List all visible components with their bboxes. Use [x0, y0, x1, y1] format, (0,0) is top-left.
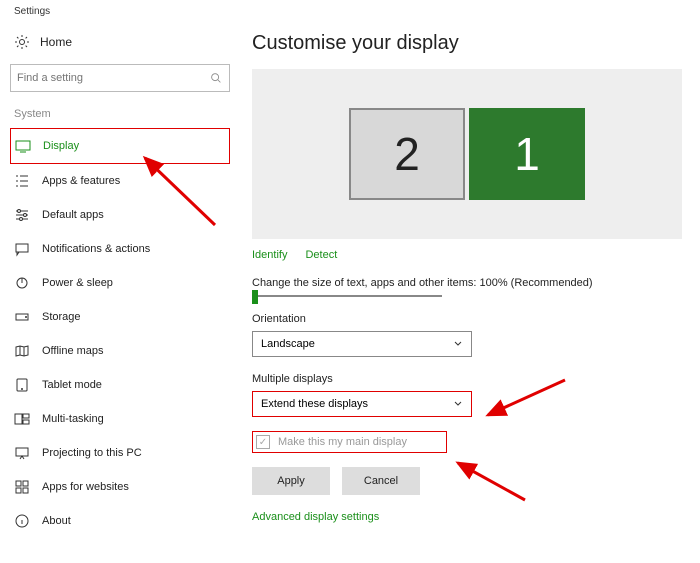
main-display-checkbox-row[interactable]: ✓ Make this my main display [252, 431, 447, 453]
display-actions: Identify Detect [252, 249, 682, 261]
gear-icon [14, 34, 30, 50]
sidebar-item-storage[interactable]: Storage [10, 300, 230, 334]
nav-label: Multi-tasking [42, 413, 104, 425]
nav-label: About [42, 515, 71, 527]
sidebar-item-apps-features[interactable]: Apps & features [10, 164, 230, 198]
apps-web-icon [14, 479, 30, 495]
section-label: System [10, 108, 230, 120]
main-content: Customise your display 2 1 Identify Dete… [252, 32, 682, 523]
slider-thumb[interactable] [252, 290, 258, 304]
sidebar-item-display[interactable]: Display [10, 128, 230, 164]
sidebar-item-power-sleep[interactable]: Power & sleep [10, 266, 230, 300]
home-label: Home [40, 35, 72, 49]
info-icon [14, 513, 30, 529]
orientation-dropdown[interactable]: Landscape [252, 331, 472, 357]
slider-track [252, 295, 442, 297]
monitor-2[interactable]: 2 [349, 108, 465, 200]
nav-list: Display Apps & features Default apps Not… [10, 128, 230, 538]
sidebar-item-notifications[interactable]: Notifications & actions [10, 232, 230, 266]
nav-label: Power & sleep [42, 277, 113, 289]
orientation-label: Orientation [252, 313, 682, 325]
cancel-button[interactable]: Cancel [342, 467, 420, 495]
nav-label: Apps for websites [42, 481, 129, 493]
sidebar: Home System Display Apps & features Defa… [10, 26, 230, 538]
sidebar-item-about[interactable]: About [10, 504, 230, 538]
list-icon [14, 173, 30, 189]
nav-label: Default apps [42, 209, 104, 221]
nav-label: Offline maps [42, 345, 104, 357]
chevron-down-icon [453, 339, 463, 349]
window-title: Settings [14, 6, 50, 17]
sidebar-item-offline-maps[interactable]: Offline maps [10, 334, 230, 368]
checkbox-icon[interactable]: ✓ [256, 435, 270, 449]
chevron-down-icon [453, 399, 463, 409]
sidebar-item-multitasking[interactable]: Multi-tasking [10, 402, 230, 436]
search-input[interactable] [17, 72, 209, 84]
display-arrangement[interactable]: 2 1 [252, 69, 682, 239]
identify-link[interactable]: Identify [252, 249, 287, 261]
message-icon [14, 241, 30, 257]
scale-slider[interactable] [252, 295, 682, 297]
page-title: Customise your display [252, 32, 682, 55]
project-icon [14, 445, 30, 461]
sidebar-item-apps-websites[interactable]: Apps for websites [10, 470, 230, 504]
monitor-1[interactable]: 1 [469, 108, 585, 200]
monitor-icon [15, 138, 31, 154]
scale-label: Change the size of text, apps and other … [252, 277, 682, 289]
nav-label: Projecting to this PC [42, 447, 142, 459]
multiple-displays-dropdown[interactable]: Extend these displays [252, 391, 472, 417]
nav-label: Tablet mode [42, 379, 102, 391]
sidebar-item-projecting[interactable]: Projecting to this PC [10, 436, 230, 470]
nav-label: Display [43, 140, 79, 152]
orientation-value: Landscape [261, 338, 315, 350]
nav-label: Notifications & actions [42, 243, 150, 255]
nav-label: Apps & features [42, 175, 120, 187]
multiple-displays-label: Multiple displays [252, 373, 682, 385]
search-icon [209, 71, 223, 85]
multitask-icon [14, 411, 30, 427]
main-display-label: Make this my main display [278, 436, 407, 448]
storage-icon [14, 309, 30, 325]
sidebar-item-default-apps[interactable]: Default apps [10, 198, 230, 232]
advanced-display-link[interactable]: Advanced display settings [252, 511, 682, 523]
button-row: Apply Cancel [252, 467, 682, 495]
detect-link[interactable]: Detect [305, 249, 337, 261]
sliders-icon [14, 207, 30, 223]
search-input-wrap[interactable] [10, 64, 230, 92]
multiple-displays-value: Extend these displays [261, 398, 368, 410]
sidebar-item-tablet-mode[interactable]: Tablet mode [10, 368, 230, 402]
apply-button[interactable]: Apply [252, 467, 330, 495]
map-icon [14, 343, 30, 359]
power-icon [14, 275, 30, 291]
tablet-icon [14, 377, 30, 393]
home-button[interactable]: Home [10, 26, 230, 58]
nav-label: Storage [42, 311, 81, 323]
